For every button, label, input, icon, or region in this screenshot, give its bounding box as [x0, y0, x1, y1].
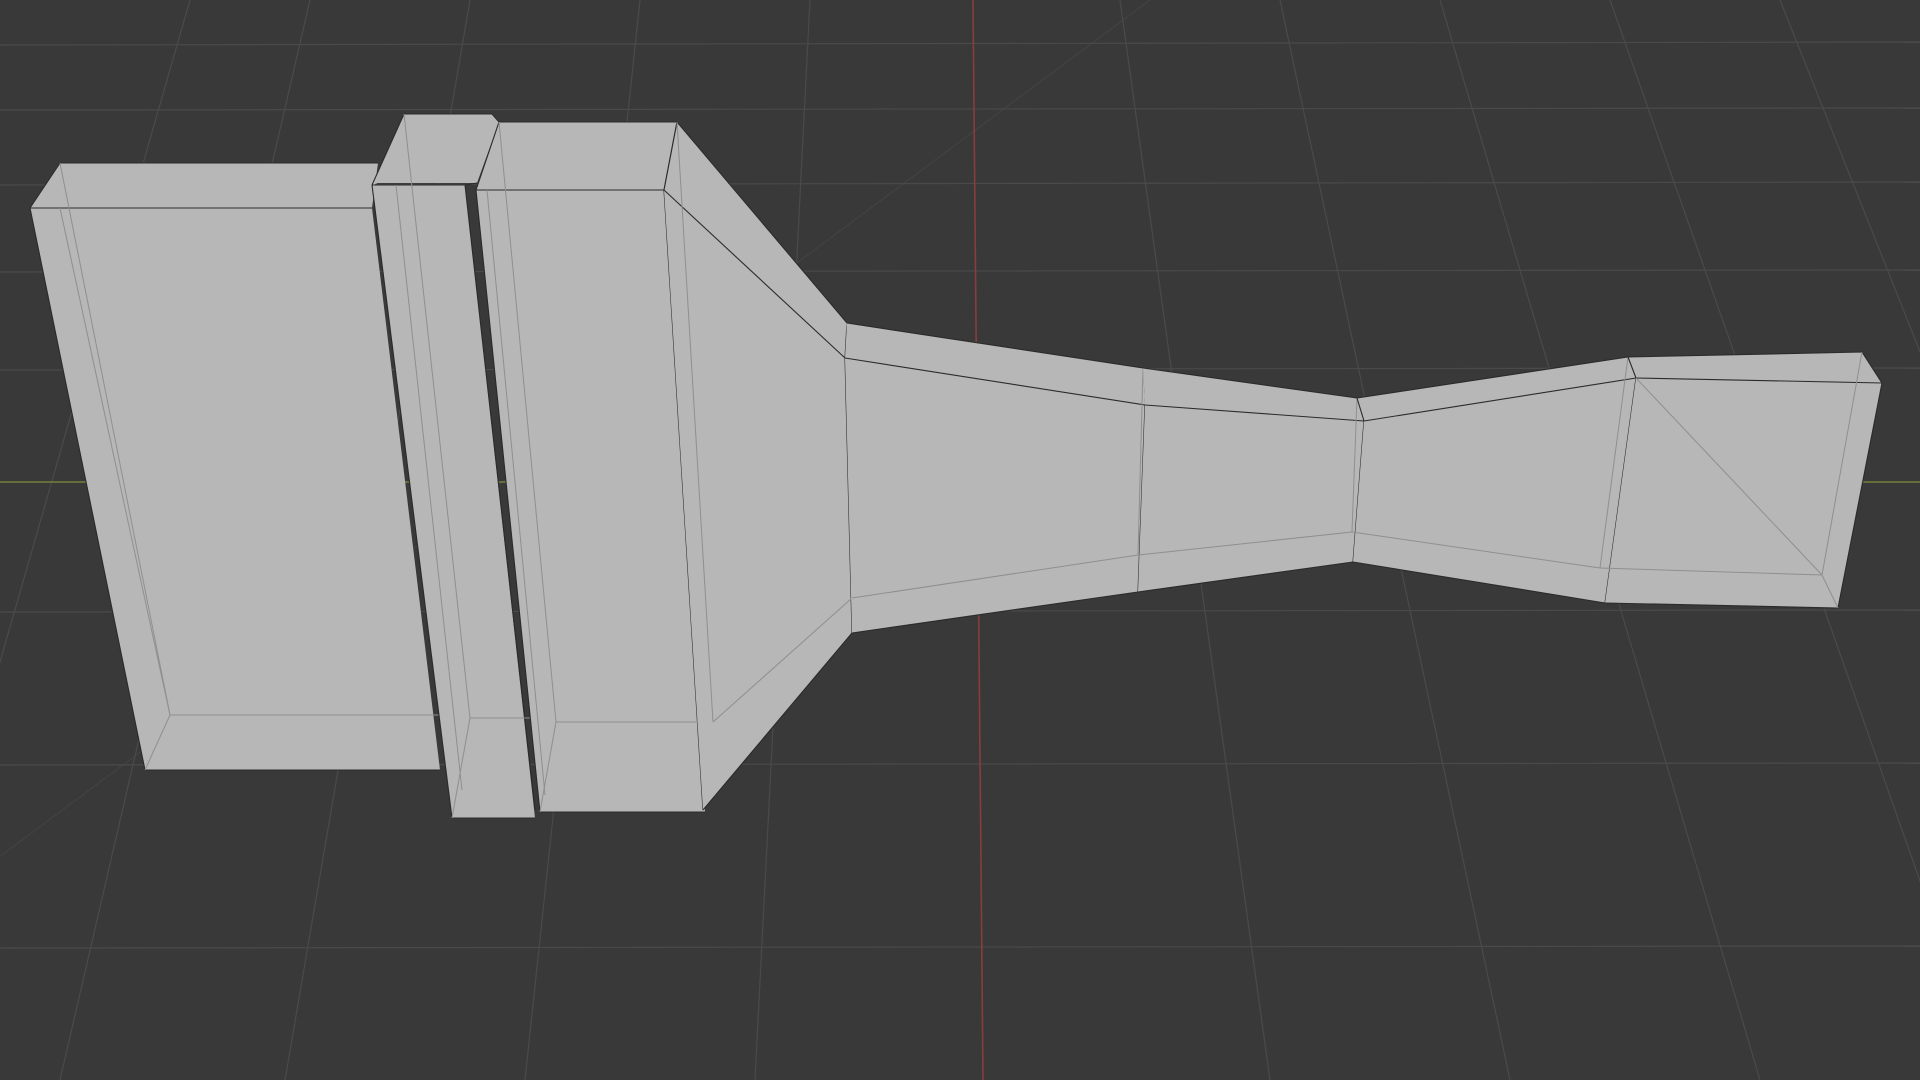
mesh-segment-tip-block[interactable] [1599, 351, 1883, 609]
mesh-segment-neck[interactable] [1351, 356, 1637, 604]
viewport-canvas[interactable] [0, 0, 1920, 1080]
3d-viewport[interactable] [0, 0, 1920, 1080]
mesh-segment-shaft-1[interactable] [844, 322, 1146, 634]
mesh-segment-shaft-2[interactable] [1137, 367, 1365, 593]
